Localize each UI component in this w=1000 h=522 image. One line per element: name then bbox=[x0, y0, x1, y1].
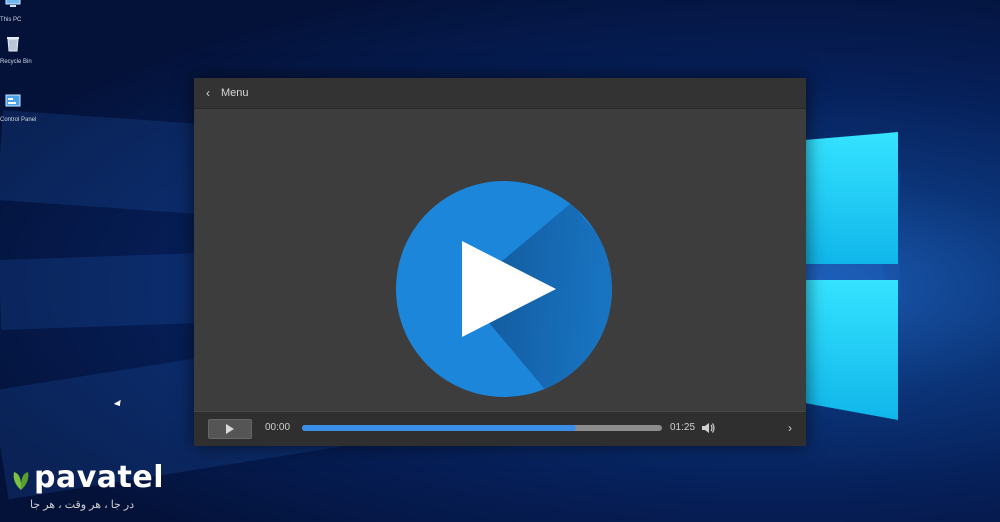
media-player-window: ‹ Menu 00:00 01:25 › bbox=[194, 78, 806, 446]
video-area[interactable] bbox=[194, 109, 806, 410]
brand-tagline: در جا ، هر وقت ، هر جا bbox=[30, 499, 135, 511]
computer-icon bbox=[5, 0, 21, 7]
play-icon bbox=[226, 424, 234, 434]
play-icon bbox=[462, 241, 556, 337]
wifi-leaf-icon bbox=[13, 472, 29, 490]
chevron-right-icon[interactable]: › bbox=[788, 421, 792, 435]
seek-bar-progress bbox=[302, 425, 576, 431]
desktop-icon-label: Control Panel bbox=[0, 117, 37, 123]
windows-logo-pane bbox=[806, 132, 898, 264]
menu-button[interactable]: Menu bbox=[221, 87, 249, 99]
current-time: 00:00 bbox=[265, 422, 291, 433]
play-button[interactable] bbox=[208, 419, 252, 439]
windows-logo-pane bbox=[806, 280, 898, 420]
player-top-bar: ‹ Menu bbox=[194, 78, 806, 109]
recycle-bin-icon bbox=[7, 37, 19, 52]
desktop-icon-label: Recycle Bin bbox=[0, 59, 32, 65]
brand-name: pavatel bbox=[34, 460, 164, 495]
volume-icon[interactable] bbox=[700, 420, 716, 436]
chevron-left-icon[interactable]: ‹ bbox=[206, 87, 218, 99]
desktop-icon-this-pc[interactable]: This PC bbox=[0, 0, 40, 23]
total-time: 01:25 bbox=[670, 422, 696, 433]
big-play-button[interactable] bbox=[396, 181, 612, 397]
brand-logo: pavatel در جا ، هر وقت ، هر جا bbox=[10, 460, 164, 516]
seek-bar[interactable] bbox=[302, 425, 662, 431]
windows-logo bbox=[806, 120, 898, 420]
desktop-icon-control-panel[interactable]: Control Panel bbox=[0, 92, 40, 123]
desktop-icon-recycle-bin[interactable]: Recycle Bin bbox=[0, 34, 40, 65]
player-controls: 00:00 01:25 › bbox=[194, 411, 806, 446]
desktop-icon-label: This PC bbox=[0, 17, 22, 23]
control-panel-icon bbox=[5, 94, 21, 107]
